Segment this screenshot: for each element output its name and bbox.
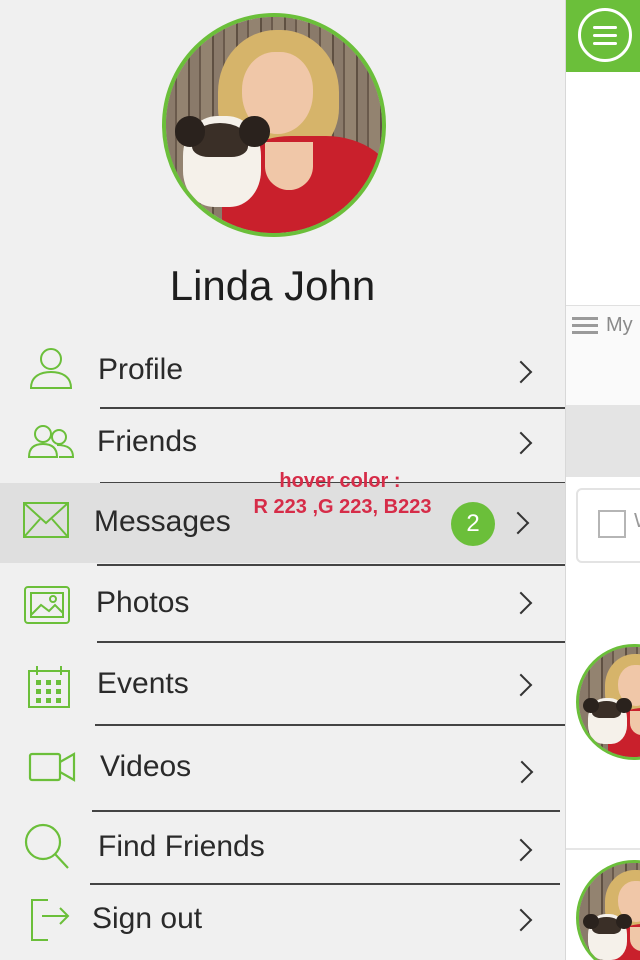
menu-item-find-friends[interactable]: Find Friends [0, 808, 565, 888]
user-name: Linda John [169, 262, 376, 309]
users-icon [27, 425, 75, 458]
navigation-drawer: Linda John Profile Friends Messages 2 ho… [0, 0, 565, 960]
background-app: My W [565, 0, 640, 960]
sign-out-icon [31, 899, 70, 941]
menu-item-events[interactable]: Events [0, 643, 565, 723]
chevron-right-icon [506, 511, 530, 535]
menu-item-sign-out[interactable]: Sign out [0, 880, 565, 960]
compose-box[interactable]: W [576, 488, 640, 563]
chevron-right-icon [510, 760, 534, 784]
profile-avatar[interactable] [162, 13, 386, 237]
chevron-right-icon [509, 908, 533, 932]
menu-label: Videos [100, 750, 192, 783]
my-feed-tab[interactable]: My [566, 305, 640, 406]
menu-label: Events [97, 667, 189, 700]
menu-label: Profile [98, 353, 184, 386]
edit-icon [598, 510, 626, 538]
chevron-right-icon [509, 431, 533, 455]
menu-label: Photos [96, 586, 190, 619]
post-avatar[interactable] [576, 860, 640, 960]
list-icon [572, 317, 598, 335]
chevron-right-icon [509, 673, 533, 697]
menu-item-photos[interactable]: Photos [0, 563, 565, 643]
menu-label: Find Friends [98, 830, 265, 863]
chevron-right-icon [509, 838, 533, 862]
menu-label: Sign out [92, 902, 203, 935]
divider [566, 848, 640, 850]
video-camera-icon [28, 752, 76, 782]
annotation-hover-color-label: hover color : [279, 470, 401, 492]
section-bar [566, 405, 640, 477]
image-icon [24, 586, 70, 624]
menu-item-profile[interactable]: Profile [0, 328, 565, 408]
tab-label: My [606, 314, 633, 336]
envelope-icon [23, 502, 69, 538]
annotation-hover-color-value: R 223 ,G 223, B223 [253, 496, 432, 518]
menu-item-videos[interactable]: Videos [0, 726, 565, 806]
user-icon [29, 348, 73, 389]
compose-label: W [634, 510, 640, 533]
messages-count-badge: 2 [451, 502, 495, 546]
menu-label: Messages [94, 505, 231, 538]
hamburger-menu-icon[interactable] [578, 8, 632, 62]
chevron-right-icon [509, 360, 533, 384]
app-header [566, 0, 640, 72]
menu-label: Friends [97, 425, 198, 458]
calendar-icon [28, 666, 70, 708]
search-icon [24, 823, 69, 869]
post-avatar[interactable] [576, 644, 640, 760]
chevron-right-icon [509, 591, 533, 615]
